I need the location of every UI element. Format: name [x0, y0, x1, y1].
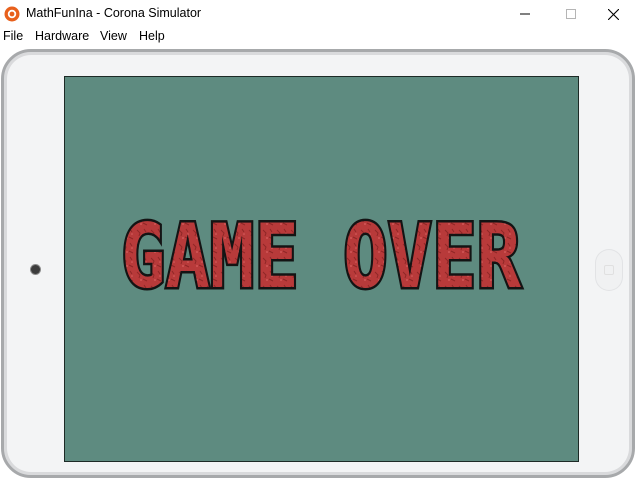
tablet-frame: GAME OVER	[1, 49, 635, 478]
close-icon	[607, 8, 619, 20]
game-over-text: GAME OVER	[121, 205, 521, 308]
home-square-icon	[604, 265, 614, 275]
device-area: GAME OVER	[0, 46, 636, 478]
menu-hardware[interactable]: Hardware	[35, 29, 89, 43]
minimize-button[interactable]	[502, 0, 548, 28]
home-button[interactable]	[596, 250, 622, 290]
window-title: MathFunIna - Corona Simulator	[26, 6, 202, 20]
title-bar[interactable]: MathFunIna - Corona Simulator	[0, 0, 636, 28]
close-button[interactable]	[590, 0, 636, 28]
menu-file[interactable]: File	[3, 29, 23, 43]
app-screen[interactable]: GAME OVER	[64, 76, 579, 462]
game-over-title: GAME OVER	[119, 203, 524, 310]
simulator-window: MathFunIna - Corona Simulator File Hardw…	[0, 0, 636, 478]
maximize-button[interactable]	[548, 0, 594, 28]
menu-view[interactable]: View	[100, 29, 127, 43]
corona-simulator-icon	[4, 6, 20, 22]
menu-bar: File Hardware View Help	[0, 28, 636, 46]
camera-icon	[31, 265, 40, 274]
maximize-icon	[566, 9, 576, 19]
minimize-icon	[520, 13, 530, 15]
menu-help[interactable]: Help	[139, 29, 165, 43]
